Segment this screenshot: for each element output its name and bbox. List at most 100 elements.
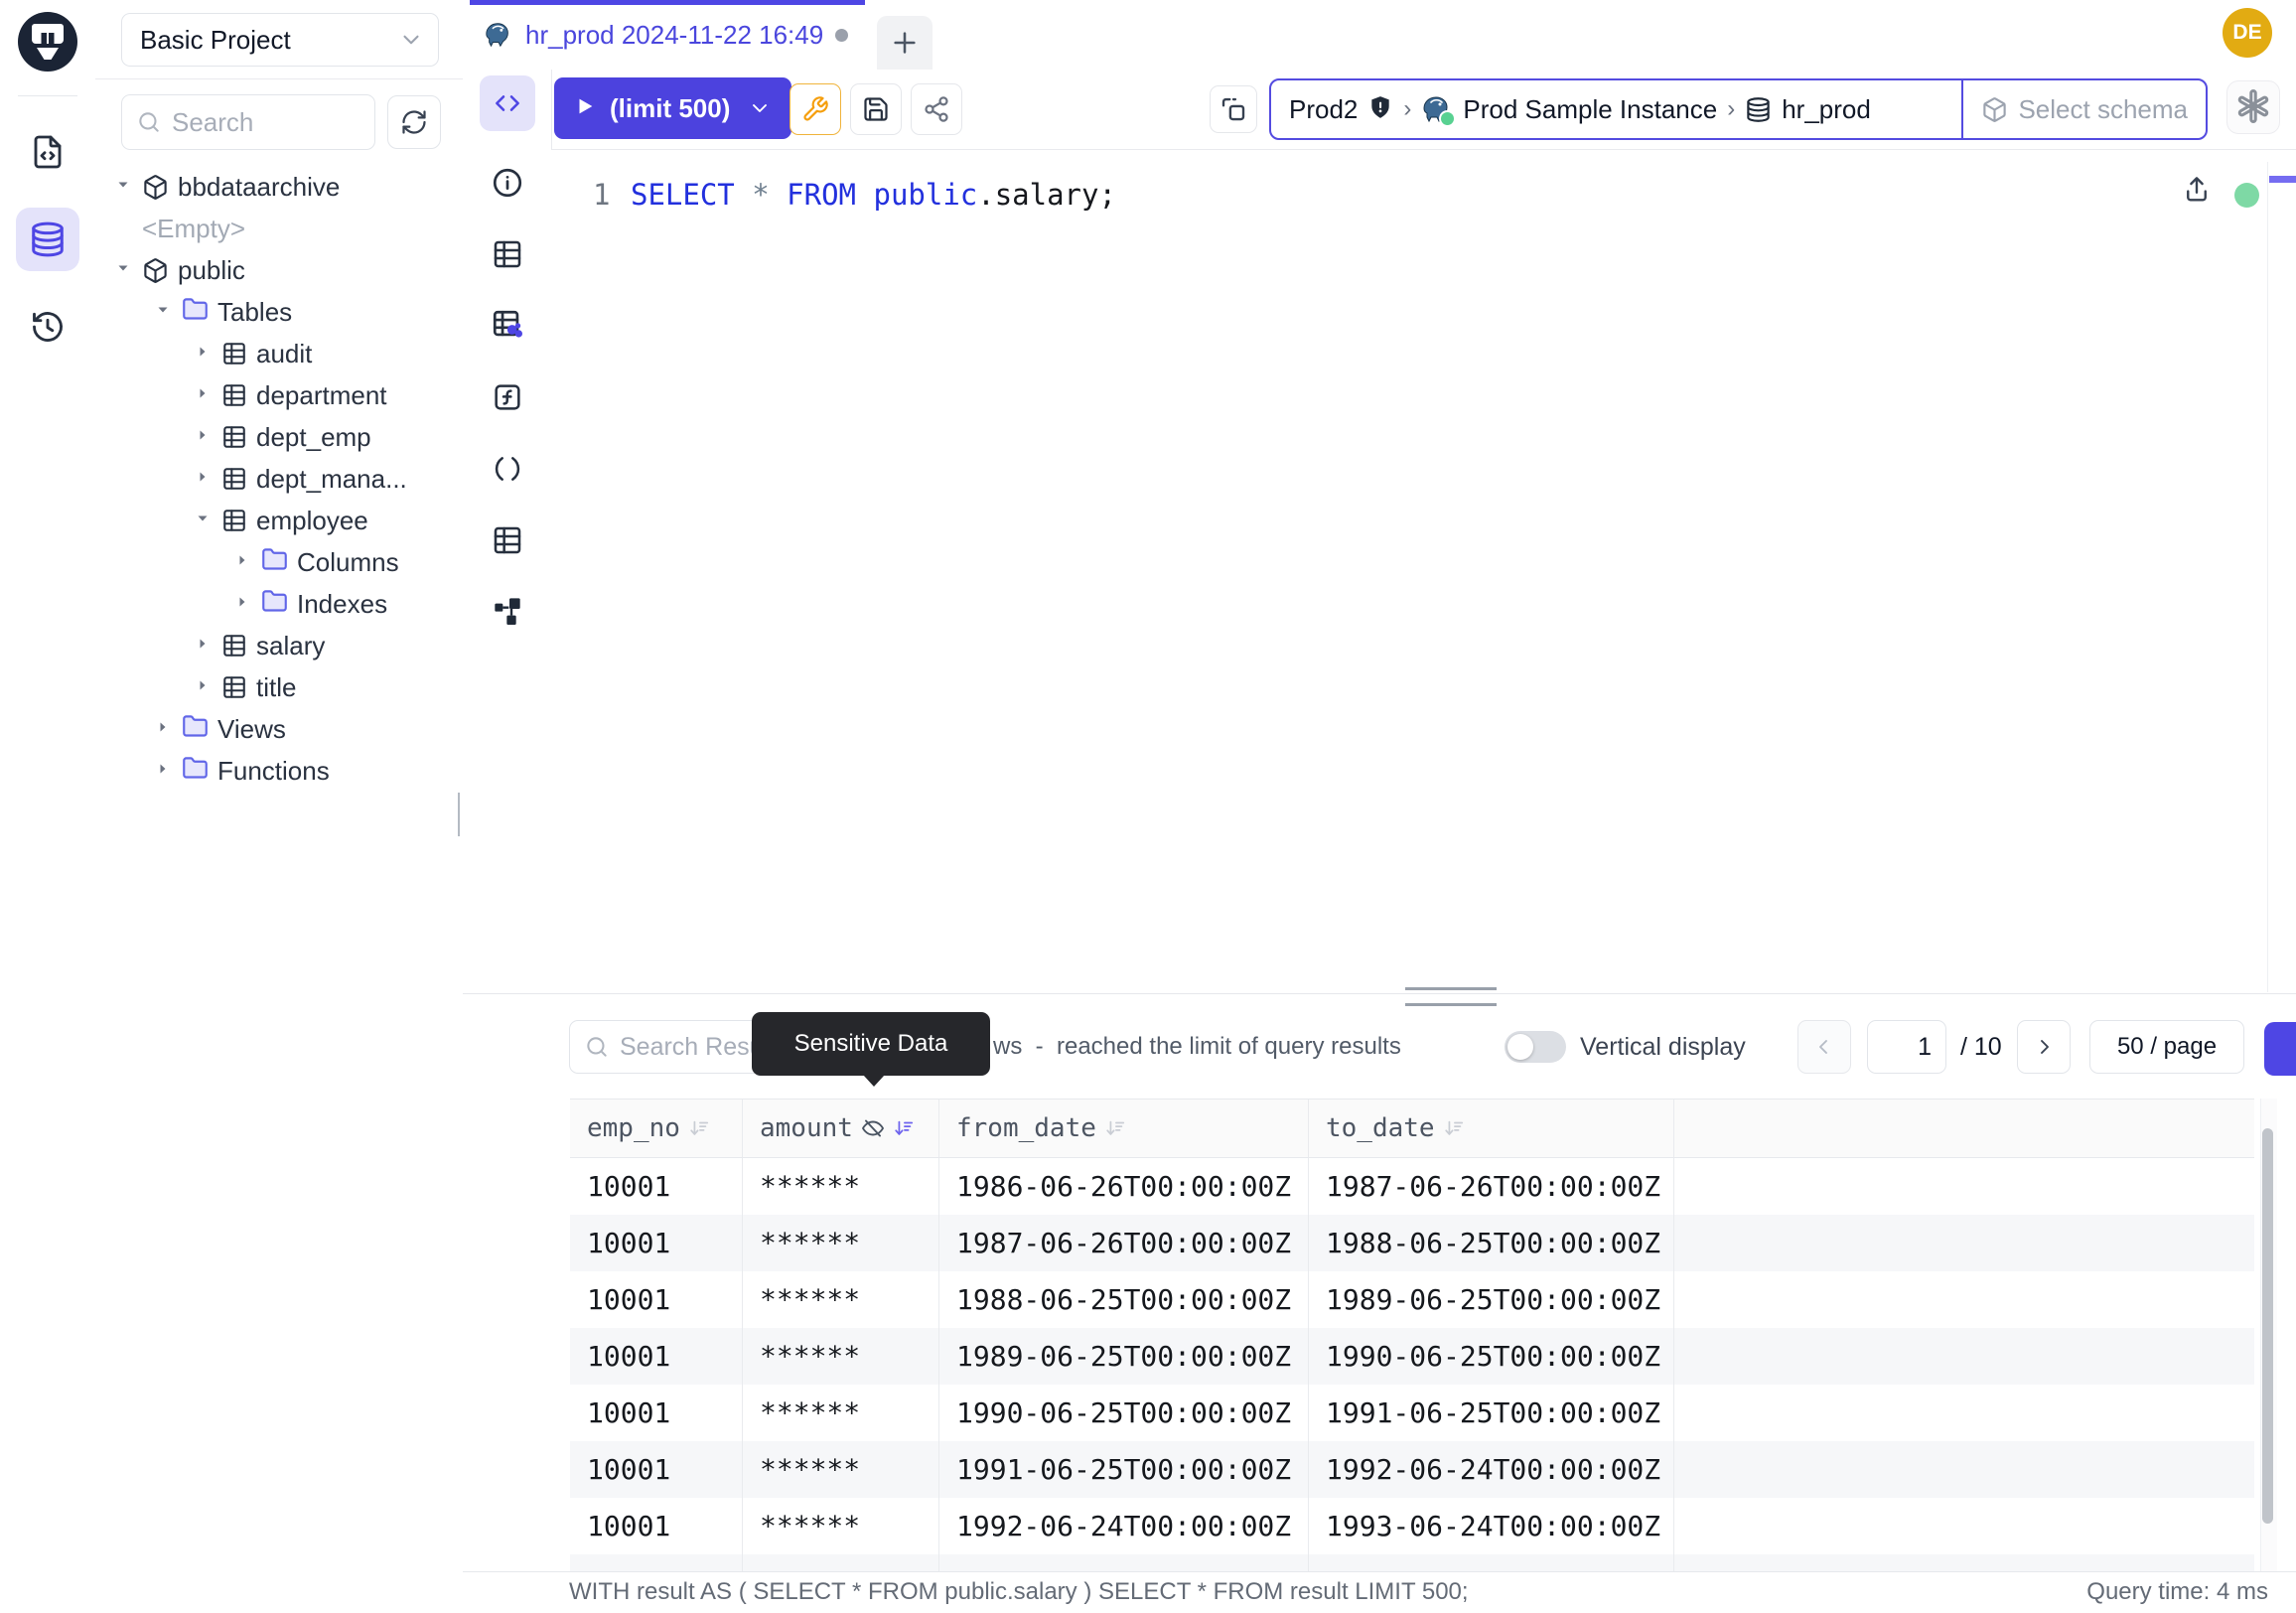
worksheet-nav-button[interactable]	[16, 120, 79, 184]
table-row[interactable]: 10001******1987-06-26T00:00:00Z1988-06-2…	[570, 1215, 2254, 1271]
ai-assistant-button[interactable]	[2226, 80, 2280, 134]
tree-item-dept-mana[interactable]: dept_mana...	[95, 458, 463, 500]
connection-context[interactable]: Prod2 › Prod Sample Instance › hr_prod	[1271, 80, 1961, 138]
caret-right-icon[interactable]	[153, 759, 173, 784]
avatar[interactable]: DE	[2223, 8, 2272, 58]
table-row[interactable]: 10001******1988-06-25T00:00:00Z1989-06-2…	[570, 1271, 2254, 1328]
eye-off-icon[interactable]	[861, 1116, 885, 1140]
caret-right-icon[interactable]	[153, 717, 173, 742]
tree-item-functions[interactable]: Functions	[95, 750, 463, 792]
table-row[interactable]: 10001******1991-06-25T00:00:00Z1992-06-2…	[570, 1441, 2254, 1498]
cell-from-date[interactable]: 1991-06-25T00:00:00Z	[938, 1441, 1308, 1498]
panel-drag-handle[interactable]	[1405, 987, 1497, 1006]
caret-down-icon[interactable]	[153, 300, 173, 325]
sensitive-data-panel-button[interactable]	[487, 306, 528, 346]
format-sql-button[interactable]	[789, 83, 841, 135]
cell-from-date[interactable]: 1989-06-25T00:00:00Z	[938, 1328, 1308, 1385]
sort-icon[interactable]	[1104, 1117, 1126, 1139]
tree-item-department[interactable]: department	[95, 374, 463, 416]
functions-panel-button[interactable]	[487, 377, 528, 417]
sort-icon[interactable]	[1443, 1117, 1465, 1139]
cell-from-date[interactable]: 1993-06-24T00:00:00Z	[938, 1554, 1308, 1572]
tree-item-bbdataarchive[interactable]: bbdataarchive	[95, 166, 463, 208]
tree-item-audit[interactable]: audit	[95, 333, 463, 374]
share-button[interactable]	[911, 83, 962, 135]
tree-item-public[interactable]: public	[95, 249, 463, 291]
column-header-amount[interactable]: amount	[742, 1100, 938, 1157]
sql-editor[interactable]: 1 SELECT * FROM public.salary;	[551, 149, 2296, 994]
tab-hr-prod[interactable]: hr_prod 2024-11-22 16:49	[470, 0, 865, 70]
caret-right-icon[interactable]	[193, 467, 213, 492]
tree-item-indexes[interactable]: Indexes	[95, 583, 463, 625]
tree-item-salary[interactable]: salary	[95, 625, 463, 666]
sort-icon[interactable]	[893, 1117, 915, 1139]
caret-right-icon[interactable]	[193, 342, 213, 367]
new-tab-button[interactable]	[877, 16, 933, 70]
table-row[interactable]: 10001******1989-06-25T00:00:00Z1990-06-2…	[570, 1328, 2254, 1385]
batch-query-button[interactable]	[1210, 85, 1257, 133]
connection-breadcrumb[interactable]: Prod2 › Prod Sample Instance › hr_prod	[1269, 78, 2208, 140]
sidebar-search-input[interactable]: Search	[121, 94, 375, 150]
upload-sheet-button[interactable]	[2182, 174, 2212, 204]
tree-item-columns[interactable]: Columns	[95, 541, 463, 583]
caret-right-icon[interactable]	[232, 592, 252, 617]
cell-emp-no[interactable]: 10001	[570, 1271, 742, 1328]
cell-to-date[interactable]: 1994-06-24T00:00:00Z	[1308, 1554, 1673, 1572]
export-button[interactable]	[2264, 1022, 2296, 1076]
vertical-display-toggle[interactable]	[1505, 1031, 1566, 1063]
cell-amount[interactable]: ******	[742, 1498, 938, 1554]
caret-right-icon[interactable]	[193, 634, 213, 659]
caret-right-icon[interactable]	[193, 675, 213, 700]
cell-emp-no[interactable]: 10001	[570, 1441, 742, 1498]
cell-emp-no[interactable]: 10001	[570, 1158, 742, 1215]
table-row[interactable]: 10001******1986-06-26T00:00:00Z1987-06-2…	[570, 1158, 2254, 1215]
tree-item-title[interactable]: title	[95, 666, 463, 708]
tables-panel-button[interactable]	[487, 234, 528, 274]
external-tables-panel-button[interactable]	[487, 520, 528, 560]
column-header-from-date[interactable]: from_date	[938, 1100, 1308, 1157]
cell-emp-no[interactable]: 10001	[570, 1385, 742, 1441]
run-query-button[interactable]: (limit 500)	[554, 77, 791, 139]
cell-amount[interactable]: ******	[742, 1554, 938, 1572]
cell-emp-no[interactable]: 10001	[570, 1554, 742, 1572]
tree-item-dept-emp[interactable]: dept_emp	[95, 416, 463, 458]
code-view-button[interactable]	[480, 75, 535, 131]
cell-to-date[interactable]: 1989-06-25T00:00:00Z	[1308, 1271, 1673, 1328]
tree-item-empty[interactable]: <Empty>	[95, 208, 463, 249]
cell-from-date[interactable]: 1986-06-26T00:00:00Z	[938, 1158, 1308, 1215]
table-row[interactable]: 10001******1993-06-24T00:00:00Z1994-06-2…	[570, 1554, 2254, 1572]
cell-amount[interactable]: ******	[742, 1271, 938, 1328]
cell-emp-no[interactable]: 10001	[570, 1498, 742, 1554]
cell-from-date[interactable]: 1992-06-24T00:00:00Z	[938, 1498, 1308, 1554]
cell-to-date[interactable]: 1988-06-25T00:00:00Z	[1308, 1215, 1673, 1271]
save-button[interactable]	[850, 83, 902, 135]
caret-down-icon[interactable]	[193, 509, 213, 533]
caret-right-icon[interactable]	[193, 383, 213, 408]
project-selector[interactable]: Basic Project	[121, 13, 439, 67]
procedures-panel-button[interactable]	[487, 449, 528, 489]
cell-amount[interactable]: ******	[742, 1328, 938, 1385]
cell-from-date[interactable]: 1987-06-26T00:00:00Z	[938, 1215, 1308, 1271]
cell-emp-no[interactable]: 10001	[570, 1328, 742, 1385]
tree-item-employee[interactable]: employee	[95, 500, 463, 541]
cell-amount[interactable]: ******	[742, 1441, 938, 1498]
table-row[interactable]: 10001******1990-06-25T00:00:00Z1991-06-2…	[570, 1385, 2254, 1441]
cell-to-date[interactable]: 1991-06-25T00:00:00Z	[1308, 1385, 1673, 1441]
tree-item-views[interactable]: Views	[95, 708, 463, 750]
caret-right-icon[interactable]	[232, 550, 252, 575]
previous-page-button[interactable]	[1797, 1020, 1851, 1074]
cell-emp-no[interactable]: 10001	[570, 1215, 742, 1271]
results-scrollbar-thumb[interactable]	[2262, 1128, 2273, 1524]
chevron-down-icon[interactable]	[748, 96, 772, 120]
info-button[interactable]	[487, 163, 528, 203]
cell-amount[interactable]: ******	[742, 1385, 938, 1441]
sort-icon[interactable]	[688, 1117, 710, 1139]
cell-amount[interactable]: ******	[742, 1158, 938, 1215]
cell-to-date[interactable]: 1990-06-25T00:00:00Z	[1308, 1328, 1673, 1385]
next-page-button[interactable]	[2017, 1020, 2071, 1074]
tree-item-tables[interactable]: Tables	[95, 291, 463, 333]
database-nav-button[interactable]	[16, 208, 79, 271]
page-size-selector[interactable]: 50 / page	[2089, 1020, 2244, 1074]
column-header-to-date[interactable]: to_date	[1308, 1100, 1673, 1157]
history-nav-button[interactable]	[16, 295, 79, 359]
